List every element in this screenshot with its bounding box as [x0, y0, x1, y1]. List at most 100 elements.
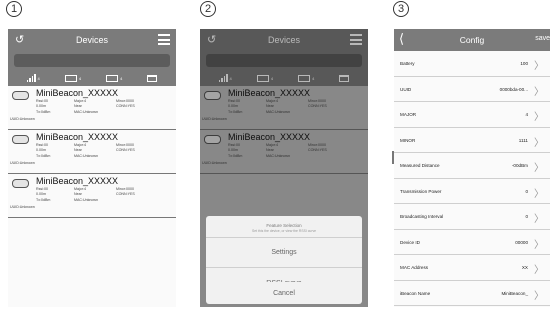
- filter-signal[interactable]: 4: [26, 74, 40, 82]
- device-item[interactable]: MiniBeacon_XXXXX Rssi:00 0.00m Tx:0dBm Maj…: [8, 174, 176, 218]
- devices-title: Devices: [75, 35, 108, 45]
- back-icon[interactable]: ⟨: [399, 31, 404, 47]
- row-value: 0: [525, 214, 528, 219]
- device-major: Major:4: [74, 143, 86, 147]
- config-title: Config: [459, 35, 485, 45]
- device-conn: CONN:YES: [116, 148, 135, 153]
- row-label: iBeacon Name: [400, 290, 431, 296]
- device-uuid: UUID:Unknown: [10, 205, 35, 209]
- config-row-measured-distance[interactable]: Measured Distance -00dBm 〉: [394, 153, 550, 179]
- refresh-icon[interactable]: ↺: [15, 33, 24, 46]
- row-label: UUID: [400, 86, 412, 92]
- filter-major[interactable]: 4: [64, 74, 81, 82]
- row-value: MiniBeacon_: [501, 290, 528, 296]
- config-row-mac-address[interactable]: MAC Address XX 〉: [394, 255, 550, 281]
- row-label: MAJOR: [400, 112, 417, 117]
- config-row-major[interactable]: MAJOR 4 〉: [394, 102, 550, 128]
- chevron-right-icon: 〉: [534, 112, 544, 123]
- row-label: Measured Distance: [400, 163, 440, 168]
- sheet-subtitle: Set this the device, or view the RSSI cu…: [206, 229, 362, 238]
- config-row-minor[interactable]: MINOR 1111 〉: [394, 127, 550, 153]
- device-conn: CONN:YES: [116, 192, 135, 197]
- device-distance: 0.00m: [36, 104, 46, 109]
- device-proximity: Near: [74, 104, 82, 109]
- row-value: 100: [520, 61, 528, 66]
- cancel-button[interactable]: Cancel: [206, 282, 362, 304]
- device-mac: MAC:Unknown: [74, 109, 98, 114]
- device-conn: CONN:YES: [116, 104, 135, 109]
- bag-icon: [147, 74, 158, 82]
- config-topbar: ⟨ Config save: [394, 29, 550, 51]
- beacon-icon: [12, 135, 29, 144]
- row-value: 1111: [518, 137, 528, 143]
- filter-bag[interactable]: [147, 74, 158, 82]
- sheet-title: Feature Selection: [266, 223, 302, 228]
- row-value: 4: [525, 112, 528, 117]
- device-minor: Minor:0000: [116, 99, 134, 103]
- device-proximity: Near: [74, 148, 82, 153]
- filter-minor[interactable]: 4: [106, 74, 122, 82]
- device-distance: 0.00m: [36, 192, 46, 197]
- device-distance: 0.00m: [36, 148, 46, 153]
- device-item[interactable]: MiniBeacon_XXXXX Rssi:00 0.00m Tx:0dBm Maj…: [8, 86, 176, 130]
- step-number-3: 3: [393, 0, 409, 17]
- row-label: MAC Address: [400, 265, 429, 270]
- row-value: 00000: [515, 239, 528, 245]
- device-name: MiniBeacon_XXXXX: [36, 88, 119, 98]
- step-number-1: 1: [6, 0, 22, 17]
- device-mac: MAC:Unknown: [74, 197, 98, 202]
- signal-icon: [26, 74, 36, 82]
- device-uuid: UUID:Unknown: [10, 117, 35, 121]
- chevron-right-icon: 〉: [534, 86, 544, 98]
- device-major: Major:4: [74, 187, 86, 191]
- chevron-right-icon: 〉: [534, 265, 544, 276]
- search-input[interactable]: [14, 54, 170, 67]
- chevron-right-icon: 〉: [534, 137, 544, 149]
- step-number-2: 2: [200, 0, 216, 17]
- chevron-right-icon: 〉: [534, 188, 544, 200]
- device-tx: Tx:0dBm: [36, 153, 51, 158]
- device-tx: Tx:0dBm: [36, 197, 51, 202]
- device-name: MiniBeacon_XXXXX: [36, 176, 119, 186]
- devices-screen: ↺ Devices 4 4 4 MiniBeacon_XXXXX Rssi:00…: [8, 29, 176, 307]
- beacon-icon: [12, 91, 29, 100]
- device-minor: Minor:0000: [116, 143, 134, 147]
- device-uuid: UUID:Unknown: [10, 161, 35, 165]
- chevron-right-icon: 〉: [534, 290, 544, 302]
- device-mac: MAC:Unknown: [74, 153, 98, 158]
- row-label: Transmission Power: [400, 188, 442, 194]
- device-rssi: Rssi:00: [36, 143, 48, 147]
- chevron-right-icon: 〉: [534, 61, 544, 72]
- row-value: 0: [525, 188, 528, 194]
- config-row-ibeacon-name[interactable]: iBeacon Name MiniBeacon_ 〉: [394, 280, 550, 306]
- device-minor: Minor:0000: [116, 187, 134, 191]
- box-icon: [106, 74, 119, 82]
- devices-topbar: ↺ Devices: [8, 29, 176, 51]
- device-name: MiniBeacon_XXXXX: [36, 132, 119, 142]
- device-item[interactable]: MiniBeacon_XXXXX Rssi:00 0.00m Tx:0dBm Maj…: [8, 130, 176, 174]
- device-rssi: Rssi:00: [36, 187, 48, 191]
- config-row-broadcasting-interval[interactable]: Broadcasting Interval 0 〉: [394, 204, 550, 230]
- filter-bar: 4 4 4: [8, 70, 176, 86]
- row-value: -00dBm: [511, 163, 528, 168]
- chevron-right-icon: 〉: [534, 163, 544, 174]
- row-label: Battery: [400, 61, 415, 66]
- chevron-right-icon: 〉: [534, 214, 544, 225]
- menu-icon[interactable]: [158, 34, 170, 45]
- settings-button[interactable]: Settings: [206, 238, 362, 268]
- config-row-battery[interactable]: Battery 100 〉: [394, 51, 550, 77]
- config-row-transmission-power[interactable]: Transmission Power 0 〉: [394, 178, 550, 204]
- row-value: 0000bda-00...: [499, 86, 528, 92]
- row-value: XX: [521, 265, 528, 270]
- chevron-right-icon: 〉: [534, 239, 544, 251]
- config-row-device-id[interactable]: Device ID 00000 〉: [394, 229, 550, 255]
- feature-selection-screen: ↺ Devices 4 4 4 MiniBeacon_XXXXX Rssi:00…: [200, 29, 368, 307]
- device-proximity: Near: [74, 192, 82, 197]
- config-row-uuid[interactable]: UUID 0000bda-00... 〉: [394, 76, 550, 102]
- row-label: Device ID: [400, 239, 420, 245]
- save-button[interactable]: save: [535, 35, 550, 42]
- box-icon: [64, 74, 77, 82]
- device-rssi: Rssi:00: [36, 99, 48, 103]
- device-major: Major:4: [74, 99, 86, 103]
- beacon-icon: [12, 179, 29, 188]
